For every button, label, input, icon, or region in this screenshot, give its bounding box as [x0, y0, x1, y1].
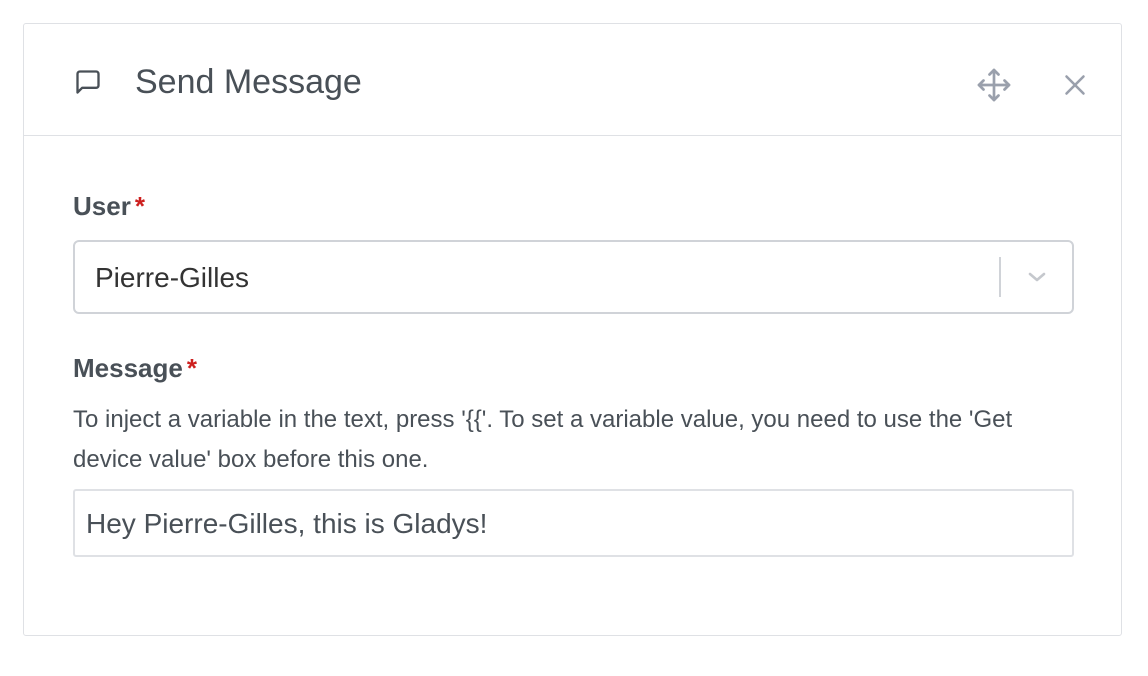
select-separator [999, 257, 1001, 297]
message-label-text: Message [73, 353, 183, 383]
move-icon[interactable] [976, 67, 1012, 103]
required-mark: * [186, 353, 197, 383]
close-icon[interactable] [1058, 68, 1092, 102]
card-header: Send Message [24, 24, 1121, 136]
required-mark: * [134, 191, 145, 221]
chevron-down-icon[interactable] [1023, 265, 1051, 289]
user-select-value: Pierre-Gilles [95, 262, 250, 293]
message-label: Message * [73, 352, 197, 384]
message-square-icon [74, 68, 102, 96]
user-select[interactable]: Pierre-Gilles [73, 240, 1074, 314]
message-input-value: Hey Pierre-Gilles, this is Gladys! [86, 508, 488, 539]
message-input[interactable]: Hey Pierre-Gilles, this is Gladys! [73, 489, 1074, 557]
user-label-text: User [73, 191, 131, 221]
card-title: Send Message [135, 63, 362, 101]
user-label: User * [73, 190, 145, 222]
send-message-card: Send Message User * Pierre-Gilles Messag… [23, 23, 1122, 636]
message-help-text: To inject a variable in the text, press … [73, 406, 1013, 473]
